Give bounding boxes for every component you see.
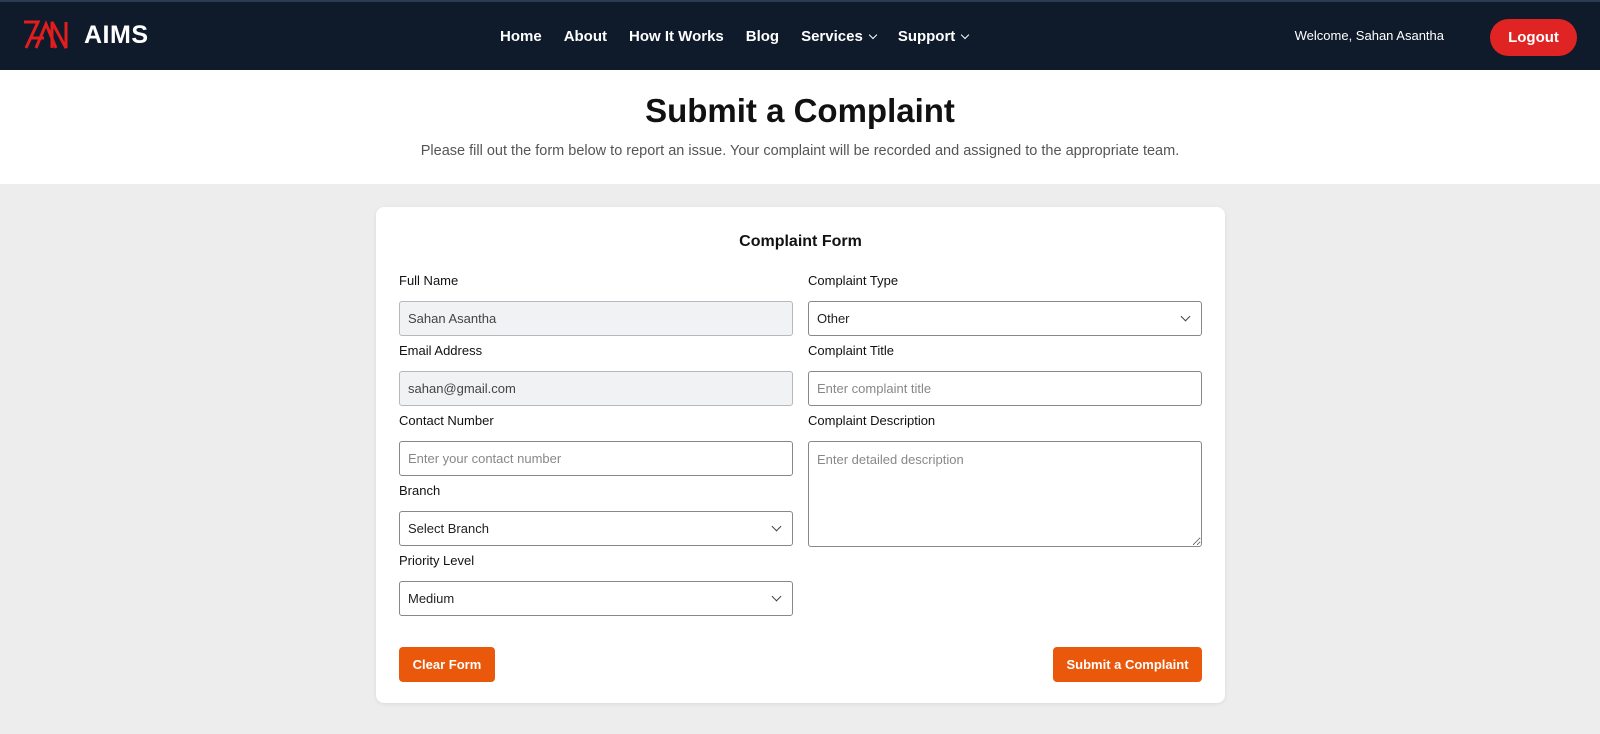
full-name-field: Full Name [399, 273, 793, 336]
nav-about[interactable]: About [564, 28, 607, 45]
complaint-title-label: Complaint Title [808, 343, 894, 358]
branch-selected-value: Select Branch [408, 521, 489, 536]
priority-label: Priority Level [399, 553, 475, 568]
welcome-text: Welcome, Sahan Asantha [1294, 28, 1444, 43]
nav-support[interactable]: Support [897, 27, 970, 45]
logout-button[interactable]: Logout [1490, 19, 1577, 56]
email-label: Email Address [399, 343, 483, 358]
chevron-down-icon [1180, 311, 1191, 322]
complaint-type-select[interactable]: Other [808, 301, 1202, 336]
contact-number-input[interactable] [399, 441, 793, 476]
page-title: Submit a Complaint [645, 92, 955, 129]
contact-number-label: Contact Number [399, 413, 494, 428]
nav-home[interactable]: Home [500, 28, 542, 45]
nav-services-label: Services [801, 27, 863, 45]
complaint-type-field: Complaint Type Other [808, 273, 1202, 336]
complaint-description-textarea[interactable] [808, 441, 1202, 547]
top-navbar: AIMS Home About How It Works Blog Servic… [0, 0, 1600, 70]
nav-blog[interactable]: Blog [746, 28, 779, 45]
priority-selected-value: Medium [408, 591, 455, 606]
chevron-down-icon [771, 521, 782, 532]
email-field: Email Address [399, 343, 793, 406]
full-name-input[interactable] [399, 301, 793, 336]
clear-form-button[interactable]: Clear Form [399, 647, 495, 682]
brand[interactable]: AIMS [22, 18, 149, 52]
brand-name: AIMS [84, 20, 149, 49]
complaint-title-field: Complaint Title [808, 343, 1202, 406]
complaint-description-field: Complaint Description [808, 413, 1202, 552]
nav-how-it-works[interactable]: How It Works [629, 28, 724, 45]
chevron-down-icon [771, 591, 782, 602]
nav-support-label: Support [897, 27, 956, 45]
branch-field: Branch Select Branch [399, 483, 793, 546]
submit-complaint-button[interactable]: Submit a Complaint [1053, 647, 1202, 682]
page-subtitle: Please fill out the form below to report… [420, 143, 1180, 159]
main-nav: Home About How It Works Blog Services Su… [500, 2, 990, 70]
page-header: Submit a Complaint Please fill out the f… [0, 70, 1600, 184]
email-input[interactable] [399, 371, 793, 406]
complaint-type-selected-value: Other [817, 311, 850, 326]
complaint-type-label: Complaint Type [808, 273, 899, 288]
contact-number-field: Contact Number [399, 413, 793, 476]
priority-field: Priority Level Medium [399, 553, 793, 616]
complaint-title-input[interactable] [808, 371, 1202, 406]
chevron-down-icon [868, 30, 878, 39]
complaint-form-card: Complaint Form Full Name Email Address C… [376, 207, 1225, 703]
chevron-down-icon [961, 30, 970, 39]
full-name-label: Full Name [399, 273, 459, 288]
branch-select[interactable]: Select Branch [399, 511, 793, 546]
form-title: Complaint Form [739, 233, 862, 250]
nav-services[interactable]: Services [801, 27, 878, 45]
brand-logo-icon [24, 20, 68, 49]
complaint-description-label: Complaint Description [808, 413, 936, 428]
priority-select[interactable]: Medium [399, 581, 793, 616]
branch-label: Branch [399, 483, 441, 498]
